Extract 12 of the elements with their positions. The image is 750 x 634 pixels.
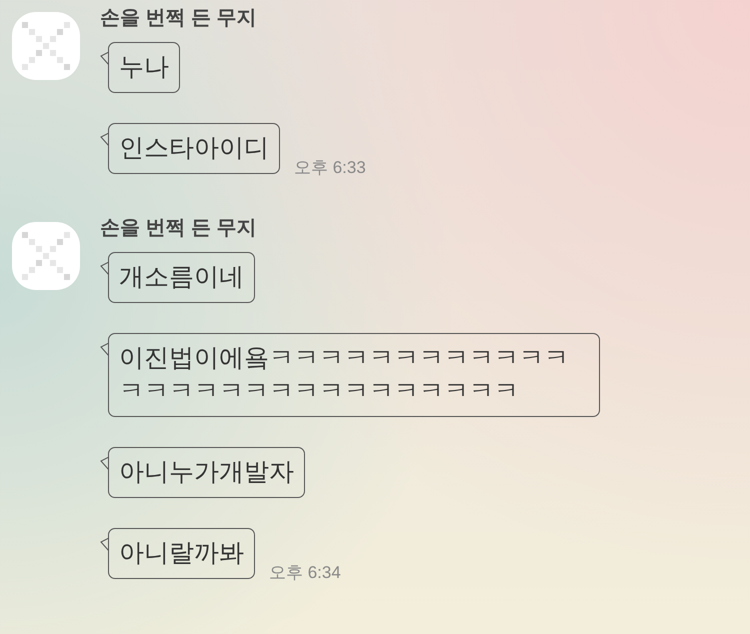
avatar-icon — [12, 12, 80, 80]
sender-name: 손을 번쩍 든 무지 — [100, 6, 258, 30]
sender-name: 손을 번쩍 든 무지 — [100, 216, 258, 240]
message-time: 오후 6:33 — [294, 156, 366, 178]
message-bubble: 이진법이에욬ㅋㅋㅋㅋㅋㅋㅋㅋㅋㅋㅋㅋㅋㅋㅋㅋㅋㅋㅋㅋㅋㅋㅋㅋㅋㅋㅋㅋ — [108, 333, 600, 417]
message-bubble: 인스타아이디 — [108, 123, 280, 174]
avatar-icon — [12, 222, 80, 290]
message-bubble: 아니랄까봐 — [108, 528, 255, 579]
message-bubble: 아니누가개발자 — [108, 447, 305, 498]
message-time: 오후 6:34 — [269, 562, 341, 584]
message-bubble: 개소름이네 — [108, 252, 255, 303]
message-bubble: 누나 — [108, 42, 180, 93]
